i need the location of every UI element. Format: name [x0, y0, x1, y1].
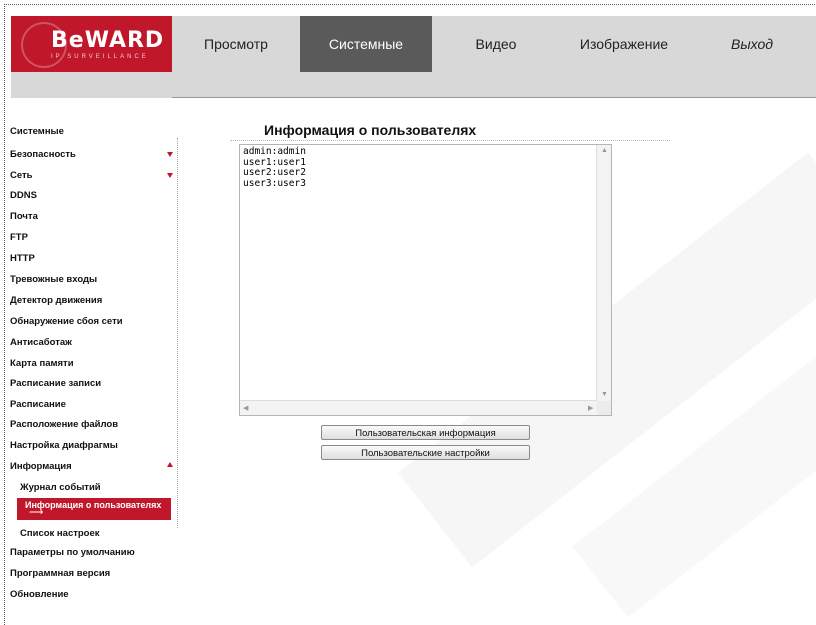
- sidebar-item-security[interactable]: Безопасность: [10, 149, 76, 160]
- scroll-up-icon[interactable]: ▲: [601, 147, 608, 154]
- page-title: Информация о пользователях: [264, 122, 477, 138]
- sidebar-item-file-location[interactable]: Расположение файлов: [10, 419, 118, 430]
- brand-name: BeWARD: [51, 28, 165, 53]
- sidebar-item-user-info[interactable]: Информация о пользователях ⟶: [17, 498, 171, 520]
- sidebar-item-ftp[interactable]: FTP: [10, 232, 28, 243]
- user-settings-button[interactable]: Пользовательские настройки: [321, 445, 530, 460]
- sidebar-item-information[interactable]: Информация: [10, 461, 72, 472]
- nav-video[interactable]: Видео: [432, 16, 560, 72]
- sidebar-item-event-log[interactable]: Журнал событий: [20, 482, 101, 493]
- header-divider: [172, 97, 816, 98]
- nav-logout[interactable]: Выход: [688, 16, 816, 72]
- sidebar-item-ddns[interactable]: DDNS: [10, 190, 37, 201]
- sidebar-item-alarm-inputs[interactable]: Тревожные входы: [10, 274, 97, 285]
- chevron-down-icon[interactable]: [167, 173, 173, 178]
- sidebar-item-iris-settings[interactable]: Настройка диафрагмы: [10, 440, 118, 451]
- brand-tagline: IP SURVEILLANCE: [51, 54, 149, 60]
- sidebar-item-memory-card[interactable]: Карта памяти: [10, 358, 74, 369]
- user-entry: admin:admin: [243, 146, 306, 157]
- sidebar-item-network[interactable]: Сеть: [10, 170, 33, 181]
- scroll-corner: [597, 401, 611, 415]
- user-info-textarea[interactable]: admin:admin user1:user1 user2:user2 user…: [239, 144, 612, 416]
- sidebar-item-label: Информация о пользователях: [25, 500, 162, 510]
- sidebar-item-motion-detection[interactable]: Детектор движения: [10, 295, 102, 306]
- sidebar-item-mail[interactable]: Почта: [10, 211, 38, 222]
- user-entry: user3:user3: [243, 177, 306, 189]
- chevron-up-icon[interactable]: [167, 462, 173, 467]
- scroll-right-icon[interactable]: ▶: [588, 404, 593, 412]
- scroll-down-icon[interactable]: ▼: [601, 391, 608, 398]
- sidebar-item-schedule[interactable]: Расписание: [10, 399, 66, 410]
- user-entry: user2:user2: [243, 167, 306, 178]
- brand-logo: BeWARD IP SURVEILLANCE: [11, 16, 172, 72]
- sidebar-item-network-failure[interactable]: Обнаружение сбоя сети: [10, 316, 123, 327]
- horizontal-scrollbar[interactable]: ◀ ▶: [240, 400, 597, 415]
- title-divider: [230, 140, 670, 141]
- nav-image[interactable]: Изображение: [560, 16, 688, 72]
- chevron-down-icon[interactable]: [167, 152, 173, 157]
- sidebar-item-firmware-version[interactable]: Программная версия: [10, 568, 110, 579]
- sidebar-divider: [177, 138, 178, 528]
- sidebar-item-system[interactable]: Системные: [10, 126, 64, 137]
- user-info-button[interactable]: Пользовательская информация: [321, 425, 530, 440]
- sidebar-item-update[interactable]: Обновление: [10, 589, 69, 600]
- nav-view[interactable]: Просмотр: [172, 16, 300, 72]
- nav-system[interactable]: Системные: [300, 16, 432, 72]
- sidebar-item-settings-list[interactable]: Список настроек: [20, 528, 100, 539]
- sidebar-item-antisabotage[interactable]: Антисаботаж: [10, 337, 72, 348]
- scroll-left-icon[interactable]: ◀: [243, 404, 248, 412]
- sidebar-item-record-schedule[interactable]: Расписание записи: [10, 378, 101, 389]
- sidebar-item-http[interactable]: HTTP: [10, 253, 35, 264]
- arrow-right-icon: ⟶: [29, 507, 44, 518]
- sidebar-item-defaults[interactable]: Параметры по умолчанию: [10, 547, 135, 558]
- vertical-scrollbar[interactable]: ▲ ▼: [596, 145, 611, 403]
